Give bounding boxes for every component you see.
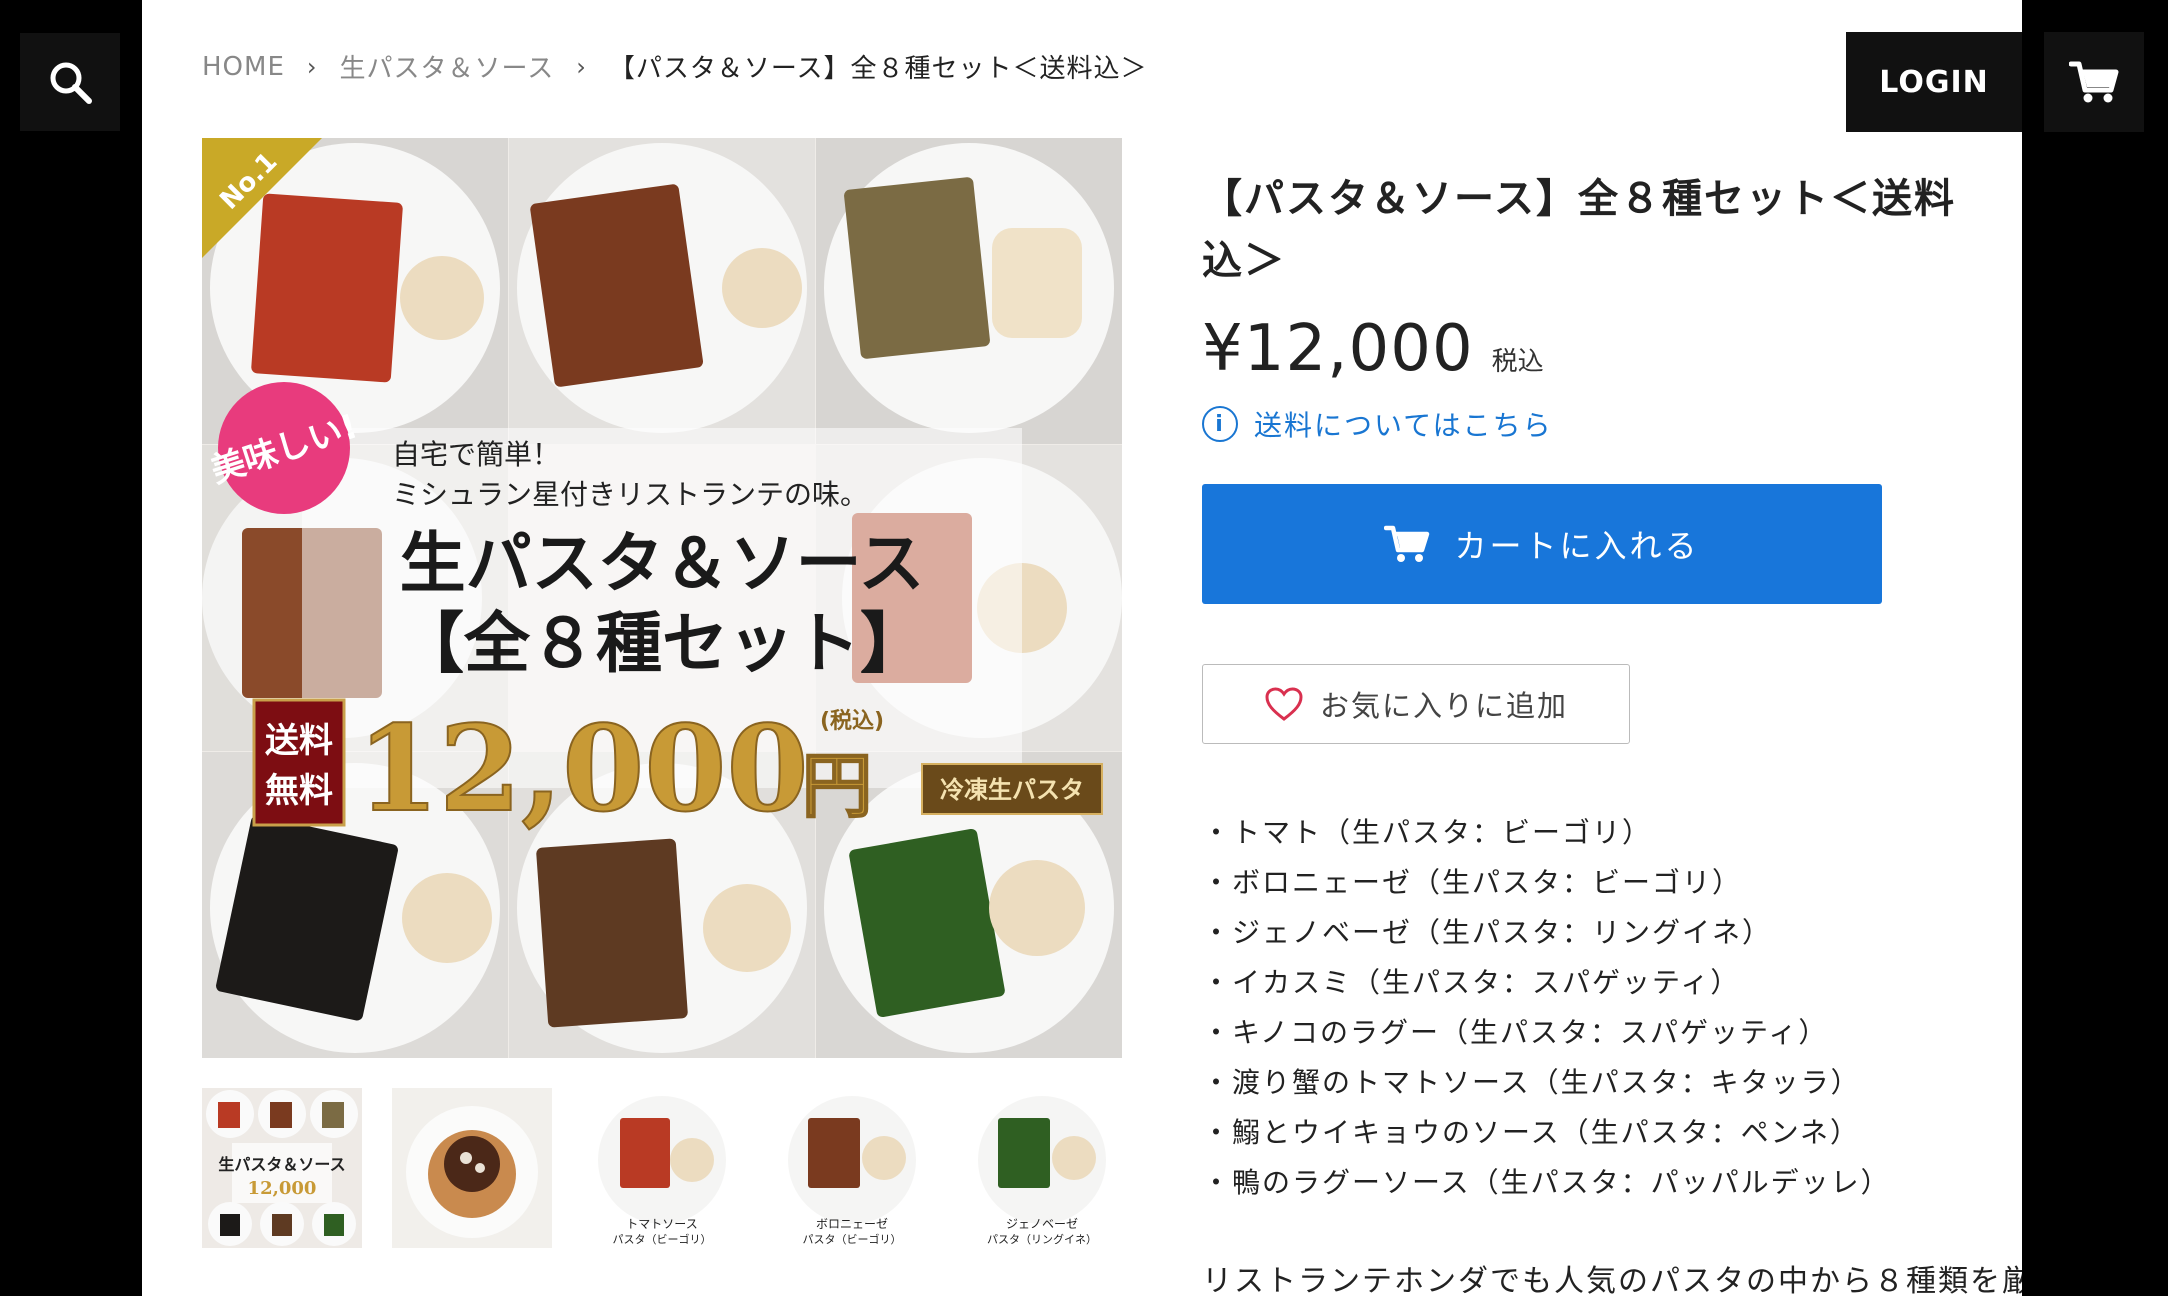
thumb-caption-2: パスタ（ビーゴリ） [613, 1232, 712, 1246]
lead-line-1: 自宅で簡単！ [392, 438, 560, 471]
product-description: リストランテホンダでも人気のパスタの中から８種類を厳 [1202, 1264, 2022, 1296]
breadcrumb: HOME › 生パスタ＆ソース › 【パスタ＆ソース】全８種セット＜送料込＞ [202, 48, 1148, 85]
free-shipping-2: 無料 [265, 771, 333, 811]
chevron-right-icon: › [306, 52, 318, 81]
thumb-headline: 生パスタ＆ソース [218, 1155, 345, 1174]
price-row: ¥12,000 税込 [1202, 312, 1544, 386]
favorite-label: お気に入りに追加 [1319, 689, 1568, 723]
product-page: HOME › 生パスタ＆ソース › 【パスタ＆ソース】全８種セット＜送料込＞ L… [142, 0, 2022, 1296]
frozen-label: 冷凍生パスタ [940, 775, 1084, 804]
search-button[interactable] [20, 33, 120, 131]
list-item: ・鰯とウイキョウのソース（生パスタ：ペンネ） [1202, 1116, 1861, 1149]
thumb-caption-1: ボロニェーゼ [816, 1217, 888, 1231]
cart-icon [2069, 61, 2119, 103]
product-thumbnail[interactable]: ジェノベーゼ パスタ（リングイネ） [962, 1088, 1122, 1248]
heart-icon [1265, 687, 1303, 721]
headline-1: 生パスタ＆ソース [400, 524, 925, 602]
add-to-cart-label: カートに入れる [1454, 527, 1700, 565]
promo-price: 12,000 [357, 699, 809, 838]
login-button[interactable]: LOGIN [1846, 32, 2022, 132]
list-item: ・イカスミ（生パスタ：スパゲッティ） [1202, 966, 1741, 999]
tax-label: 税込 [1491, 347, 1544, 377]
promo-price-unit: 円 [802, 744, 872, 827]
product-price: ¥12,000 [1202, 312, 1474, 386]
headline-2: 【全８種セット】 [398, 604, 926, 682]
thumb-caption-1: ジェノベーゼ [1006, 1217, 1078, 1231]
breadcrumb-current: 【パスタ＆ソース】全８種セット＜送料込＞ [608, 54, 1148, 84]
cart-icon [1384, 525, 1430, 562]
shipping-info-link[interactable]: i 送料についてはこちら [1202, 404, 1553, 444]
chevron-right-icon: › [576, 52, 587, 81]
product-thumbnail[interactable]: 生パスタ＆ソース 12,000 [202, 1088, 362, 1248]
product-title: 【パスタ＆ソース】全８種セット＜送料込＞ [1202, 176, 1956, 284]
info-icon: i [1202, 406, 1238, 442]
list-item: ・ジェノベーゼ（生パスタ：リングイネ） [1202, 916, 1773, 949]
cart-button[interactable] [2044, 32, 2144, 132]
product-thumbnail[interactable]: ボロニェーゼ パスタ（ビーゴリ） [772, 1088, 932, 1248]
thumb-caption-2: パスタ（ビーゴリ） [803, 1232, 902, 1246]
breadcrumb-category[interactable]: 生パスタ＆ソース [340, 48, 555, 85]
product-thumbnail[interactable] [392, 1088, 552, 1248]
product-main-image[interactable]: No.1 美味しい! 自宅で簡単！ ミシュラン星付きリストランテの味。 生パスタ… [202, 138, 1122, 1058]
list-item: ・渡り蟹のトマトソース（生パスタ：キタッラ） [1202, 1066, 1861, 1099]
thumb-caption-1: トマトソース [626, 1217, 697, 1231]
product-thumbnail[interactable]: トマトソース パスタ（ビーゴリ） [582, 1088, 742, 1248]
set-contents-list: ・トマト（生パスタ：ビーゴリ） ・ボロニェーゼ（生パスタ：ビーゴリ） ・ジェノベ… [1202, 808, 1891, 1208]
shipping-link-label: 送料についてはこちら [1254, 409, 1553, 442]
list-item: ・ボロニェーゼ（生パスタ：ビーゴリ） [1202, 866, 1743, 899]
thumb-caption-2: パスタ（リングイネ） [987, 1232, 1097, 1246]
promo-tax-note: (税込) [820, 708, 884, 734]
breadcrumb-home[interactable]: HOME [202, 52, 285, 82]
list-item: ・鴨のラグーソース（生パスタ：パッパルデッレ） [1202, 1166, 1891, 1199]
list-item: ・キノコのラグー（生パスタ：スパゲッティ） [1202, 1016, 1829, 1049]
add-to-favorites-button[interactable]: お気に入りに追加 [1202, 664, 1630, 744]
thumb-price: 12,000 [248, 1178, 317, 1199]
lead-line-2: ミシュラン星付きリストランテの味。 [392, 478, 868, 511]
list-item: ・トマト（生パスタ：ビーゴリ） [1202, 816, 1653, 849]
search-icon [50, 62, 92, 104]
add-to-cart-button[interactable]: カートに入れる [1202, 484, 1882, 604]
free-shipping-1: 送料 [265, 721, 333, 761]
